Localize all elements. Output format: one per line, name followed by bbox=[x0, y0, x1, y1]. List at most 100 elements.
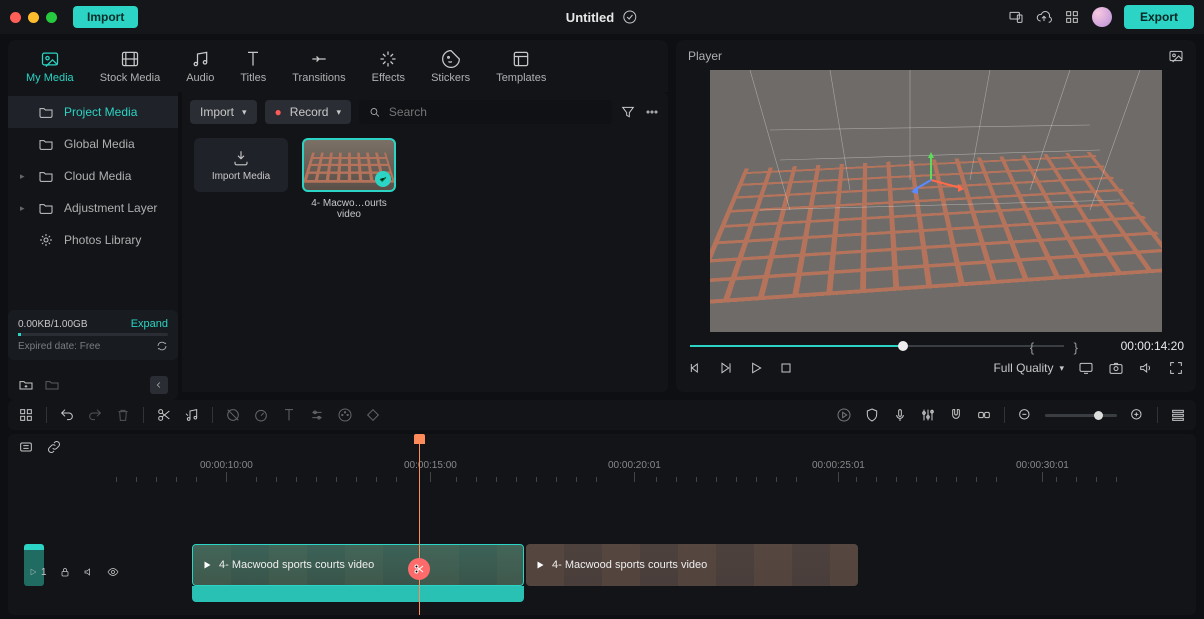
player-viewport[interactable] bbox=[710, 70, 1162, 332]
ruler-label: 00:00:30:01 bbox=[1016, 460, 1069, 471]
fullscreen-icon[interactable] bbox=[1168, 360, 1184, 376]
zoom-slider[interactable] bbox=[1045, 414, 1117, 417]
cloud-upload-icon[interactable] bbox=[1036, 9, 1052, 25]
import-button[interactable]: Import bbox=[73, 6, 138, 28]
auto-play-icon[interactable] bbox=[836, 407, 852, 423]
tab-templates[interactable]: Templates bbox=[486, 45, 556, 88]
chevron-down-icon: ▾ bbox=[1059, 363, 1064, 374]
media-clip-1[interactable]: 4- Macwo…ourts video bbox=[302, 138, 396, 220]
undo-icon[interactable] bbox=[59, 407, 75, 423]
clip-a[interactable]: 4- Macwood sports courts video bbox=[192, 544, 524, 586]
tab-titles[interactable]: Titles bbox=[230, 45, 276, 88]
sparkle-icon bbox=[378, 49, 398, 69]
prev-frame-icon[interactable] bbox=[688, 360, 704, 376]
keyframe-icon[interactable] bbox=[365, 407, 381, 423]
close-window[interactable] bbox=[10, 12, 21, 23]
sidebar-item-photos-library[interactable]: Photos Library bbox=[8, 224, 178, 256]
voice-icon[interactable] bbox=[892, 407, 908, 423]
lock-icon[interactable] bbox=[59, 566, 71, 578]
display-icon[interactable] bbox=[1078, 360, 1094, 376]
playhead[interactable] bbox=[419, 434, 420, 615]
beat-icon[interactable] bbox=[184, 407, 200, 423]
stop-icon[interactable] bbox=[778, 360, 794, 376]
search-input[interactable] bbox=[389, 105, 602, 119]
tracks-area[interactable]: 4- Macwood sports courts video 4- Macwoo… bbox=[116, 544, 1196, 602]
more-icon[interactable] bbox=[644, 104, 660, 120]
apps-icon[interactable] bbox=[1064, 9, 1080, 25]
track-number: 1 bbox=[28, 567, 47, 578]
grid-layout-icon[interactable] bbox=[18, 407, 34, 423]
speed-icon[interactable] bbox=[253, 407, 269, 423]
refresh-icon[interactable] bbox=[156, 340, 168, 352]
tab-stock-media[interactable]: Stock Media bbox=[90, 45, 171, 88]
text-icon bbox=[243, 49, 263, 69]
in-out-braces[interactable]: { } bbox=[1030, 340, 1096, 355]
titlebar: Import Untitled Export bbox=[0, 0, 1204, 34]
player-progress[interactable]: { } 00:00:14:20 bbox=[688, 340, 1184, 352]
track-layout-icon[interactable] bbox=[1170, 407, 1186, 423]
magnet-icon[interactable] bbox=[948, 407, 964, 423]
time-ruler[interactable]: 00:00:10:00 00:00:15:00 00:00:20:01 00:0… bbox=[116, 460, 1196, 484]
snapshot-icon[interactable] bbox=[1108, 360, 1124, 376]
filter-icon[interactable] bbox=[620, 104, 636, 120]
new-folder-icon[interactable] bbox=[18, 377, 34, 393]
folder-icon bbox=[38, 136, 54, 152]
adjust-icon[interactable] bbox=[309, 407, 325, 423]
snapshot-settings-icon[interactable] bbox=[1168, 48, 1184, 64]
mixer-icon[interactable] bbox=[920, 407, 936, 423]
expand-storage-link[interactable]: Expand bbox=[131, 318, 168, 330]
sync-status-icon bbox=[622, 9, 638, 25]
folder-icon bbox=[38, 104, 54, 120]
video-track-1[interactable]: 4- Macwood sports courts video 4- Macwoo… bbox=[116, 544, 1196, 602]
import-media-card[interactable]: Import Media bbox=[194, 138, 288, 220]
storage-info: 0.00KB/1.00GB Expand Expired date: Free bbox=[8, 310, 178, 360]
zoom-in-icon[interactable] bbox=[1129, 407, 1145, 423]
minimize-window[interactable] bbox=[28, 12, 39, 23]
sidebar-item-adjustment-layer[interactable]: ▸Adjustment Layer bbox=[8, 192, 178, 224]
cut-indicator-icon[interactable] bbox=[408, 558, 430, 580]
record-dropdown[interactable]: ●Record▾ bbox=[265, 100, 351, 124]
collapse-panel-button[interactable] bbox=[150, 376, 168, 394]
volume-icon[interactable] bbox=[1138, 360, 1154, 376]
photos-icon bbox=[38, 232, 54, 248]
clip-b[interactable]: 4- Macwood sports courts video bbox=[526, 544, 858, 586]
template-icon bbox=[511, 49, 531, 69]
sidebar-item-cloud-media[interactable]: ▸Cloud Media bbox=[8, 160, 178, 192]
playback-quality-dropdown[interactable]: Full Quality▾ bbox=[993, 361, 1064, 375]
chevron-right-icon: ▸ bbox=[20, 171, 28, 182]
media-thumbnail[interactable] bbox=[302, 138, 396, 192]
devices-icon[interactable] bbox=[1008, 9, 1024, 25]
marker-shield-icon[interactable] bbox=[864, 407, 880, 423]
tab-audio[interactable]: Audio bbox=[176, 45, 224, 88]
sidebar-item-project-media[interactable]: Project Media bbox=[8, 96, 178, 128]
tab-effects[interactable]: Effects bbox=[362, 45, 415, 88]
crop-icon[interactable] bbox=[225, 407, 241, 423]
new-bin-icon[interactable] bbox=[44, 377, 60, 393]
avatar[interactable] bbox=[1092, 7, 1112, 27]
search-box[interactable] bbox=[359, 100, 612, 124]
clip-a-audio[interactable] bbox=[192, 586, 524, 602]
delete-icon[interactable] bbox=[115, 407, 131, 423]
zoom-window[interactable] bbox=[46, 12, 57, 23]
mute-icon[interactable] bbox=[83, 566, 95, 578]
ruler-label: 00:00:10:00 bbox=[200, 460, 253, 471]
play-icon[interactable] bbox=[748, 360, 764, 376]
storage-bar bbox=[18, 333, 168, 336]
mini-clip-preview[interactable] bbox=[24, 544, 44, 586]
text-tool-icon[interactable] bbox=[281, 407, 297, 423]
split-icon[interactable] bbox=[156, 407, 172, 423]
tab-my-media[interactable]: My Media bbox=[16, 45, 84, 88]
tab-stickers[interactable]: Stickers bbox=[421, 45, 480, 88]
chevron-down-icon: ▾ bbox=[242, 107, 247, 118]
folder-icon bbox=[38, 168, 54, 184]
link-toggle-icon[interactable] bbox=[976, 407, 992, 423]
tab-transitions[interactable]: Transitions bbox=[282, 45, 355, 88]
used-check-icon bbox=[375, 171, 391, 187]
play-next-icon[interactable] bbox=[718, 360, 734, 376]
color-icon[interactable] bbox=[337, 407, 353, 423]
zoom-out-icon[interactable] bbox=[1017, 407, 1033, 423]
import-dropdown[interactable]: Import▾ bbox=[190, 100, 257, 124]
export-button[interactable]: Export bbox=[1124, 5, 1194, 29]
redo-icon[interactable] bbox=[87, 407, 103, 423]
sidebar-item-global-media[interactable]: Global Media bbox=[8, 128, 178, 160]
